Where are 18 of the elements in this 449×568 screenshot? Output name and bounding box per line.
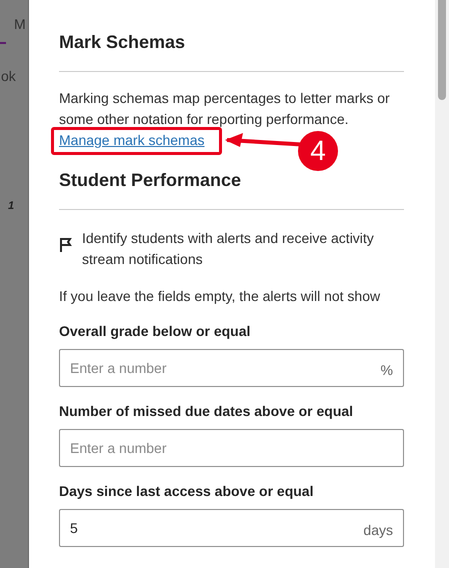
callout-badge: 4 [298,131,338,171]
number-field[interactable]: Enter a number [59,429,404,467]
alert-option-text: Identify students with alerts and receive activity stream notifications [82,229,375,269]
flag-icon [59,237,73,253]
description-text: Marking schemas map percentages to letter marks or some other notation for reporting performance. [59,89,391,129]
background-text: M [14,15,27,34]
scrollbar-thumb[interactable] [438,0,446,100]
unit-text: days [363,521,393,540]
background-text: 1 [8,199,16,214]
info-text: If you leave the fields empty, the alerts will not show [59,287,382,306]
field-label: Days since last access above or equal [59,482,314,501]
background-text: ok [1,67,17,86]
field-label: Overall grade below or equal [59,322,252,341]
section-title: Student Performance [59,169,242,192]
unit-text: % [380,361,393,380]
section-title: Mark Schemas [59,31,186,54]
field-label: Number of missed due dates above or equal [59,402,354,421]
manage-link[interactable]: Manage mark schemas [59,130,205,151]
